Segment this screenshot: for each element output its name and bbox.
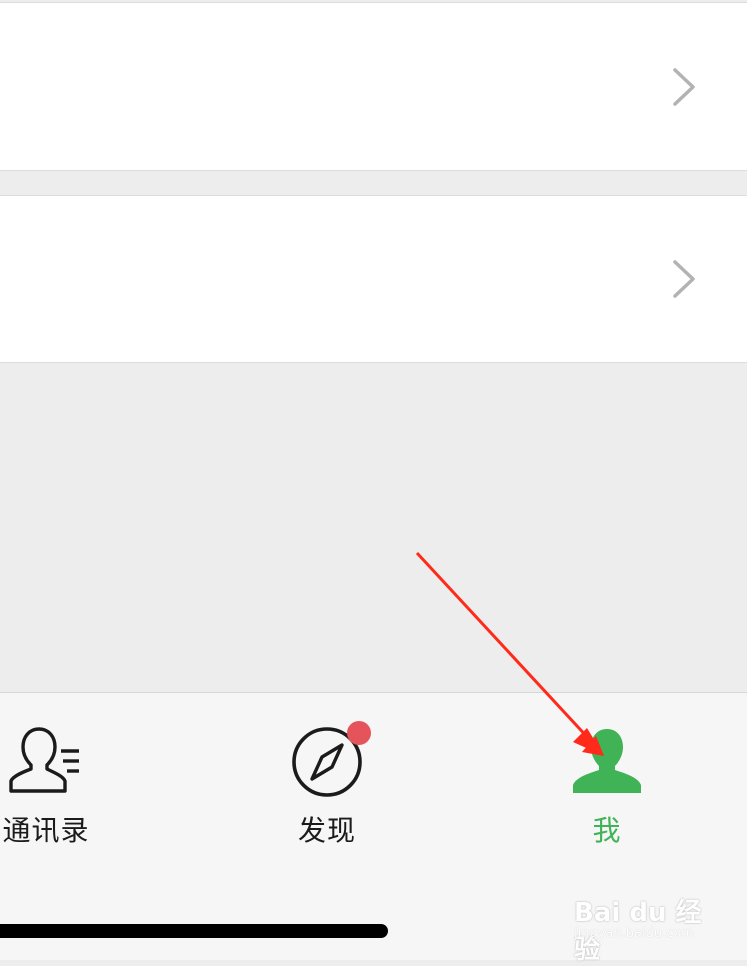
- tab-discover[interactable]: 发现: [227, 693, 427, 863]
- person-icon: [573, 729, 641, 793]
- chevron-right-icon: [673, 260, 695, 298]
- tab-me-label: 我: [592, 814, 622, 847]
- tab-contacts[interactable]: 通讯录: [0, 693, 146, 863]
- contacts-icon: [9, 727, 79, 793]
- tab-contacts-label: 通讯录: [2, 814, 90, 847]
- chevron-right-icon: [673, 67, 695, 106]
- baidu-jingyan-watermark: Bai du 经验 jingyan.baidu.com: [568, 880, 718, 965]
- tab-me[interactable]: 我: [507, 693, 707, 863]
- home-indicator: [0, 924, 388, 938]
- tab-discover-label: 发现: [297, 814, 356, 847]
- list-item-2[interactable]: [0, 195, 747, 363]
- list-item-1[interactable]: [0, 2, 747, 171]
- notification-badge: [347, 721, 371, 745]
- watermark-url: jingyan.baidu.com: [574, 926, 694, 941]
